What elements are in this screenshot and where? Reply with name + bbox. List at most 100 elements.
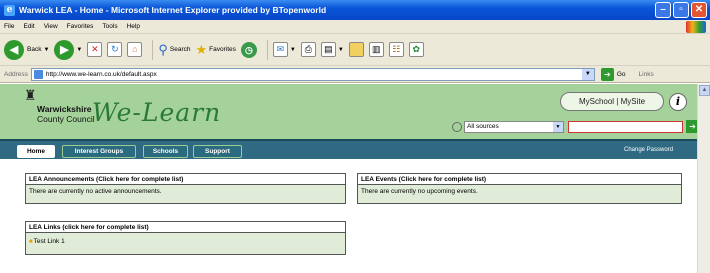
refresh-button[interactable]: ↻	[107, 42, 123, 57]
address-bar: Address http://www.we-learn.co.uk/defaul…	[0, 66, 710, 83]
myschool-link[interactable]: MySchool	[579, 97, 614, 106]
window-titlebar: e Warwick LEA - Home - Microsoft Interne…	[0, 0, 710, 20]
announcements-title[interactable]: LEA Announcements (Click here for comple…	[26, 174, 345, 185]
toolbar-separator	[152, 39, 154, 60]
council-crest-logo: ♜	[24, 88, 37, 104]
list-item[interactable]: ■Test Link 1	[29, 235, 345, 249]
address-url: http://www.we-learn.co.uk/default.aspx	[45, 70, 157, 78]
toolbar-separator	[266, 39, 268, 60]
search-icon: ⚲	[158, 41, 168, 57]
search-icon	[452, 121, 462, 132]
print-button[interactable]: ⎙	[300, 42, 316, 57]
edit-icon: ▤	[320, 42, 336, 57]
forward-arrow-icon: ▶	[54, 39, 75, 60]
menu-favorites[interactable]: Favorites	[67, 23, 94, 30]
links-title[interactable]: LEA Links (click here for complete list)	[26, 222, 345, 233]
stop-icon: ✕	[87, 42, 103, 57]
go-button[interactable]: ➔ Go	[600, 67, 626, 81]
mail-button[interactable]: ✉ ▼	[272, 42, 296, 57]
link-divider: |	[616, 97, 619, 106]
search-scope-value: All sources	[467, 122, 499, 130]
research-icon: ▥	[368, 42, 384, 57]
mysite-link[interactable]: MySite	[621, 97, 645, 106]
links-list: ■Test Link 1	[26, 233, 345, 254]
change-password-link[interactable]: Change Password	[624, 147, 673, 153]
folder-icon	[348, 42, 364, 57]
site-header: ♜ Warwickshire County Council We-Learn M…	[0, 84, 699, 139]
council-line2: County Council	[37, 114, 95, 124]
chevron-down-icon: ▼	[43, 46, 50, 53]
home-button[interactable]: ⌂	[127, 42, 143, 57]
forward-button[interactable]: ▶ ▼	[54, 39, 83, 60]
links-button[interactable]: Links	[639, 71, 654, 78]
history-button[interactable]: ◷	[240, 41, 257, 58]
myschool-mysite-switch: MySchool | MySite	[560, 92, 664, 111]
back-label: Back	[27, 46, 42, 53]
menu-tools[interactable]: Tools	[102, 23, 117, 30]
tab-schools[interactable]: Schools	[143, 145, 188, 158]
back-arrow-icon: ◀	[4, 39, 24, 60]
messenger-icon: ☷	[388, 42, 404, 57]
research-button[interactable]: ▥	[368, 42, 384, 57]
favorites-label: Favorites	[209, 46, 236, 53]
mail-icon: ✉	[272, 42, 288, 57]
address-label: Address	[4, 70, 28, 78]
announcements-body: There are currently no active announceme…	[26, 185, 345, 203]
star-icon: ★	[195, 41, 208, 57]
home-icon: ⌂	[127, 42, 143, 57]
maximize-button[interactable]: ▫	[673, 2, 689, 18]
window-title: Warwick LEA - Home - Microsoft Internet …	[19, 5, 327, 15]
announcements-panel: LEA Announcements (Click here for comple…	[25, 173, 346, 204]
chevron-down-icon: ▼	[289, 46, 296, 53]
chevron-down-icon: ▼	[553, 121, 563, 132]
tab-interest-groups[interactable]: Interest Groups	[62, 145, 136, 158]
windows-logo-icon	[686, 21, 706, 33]
close-button[interactable]: ✕	[691, 2, 707, 18]
page-content: ♜ Warwickshire County Council We-Learn M…	[0, 84, 699, 273]
tab-home[interactable]: Home	[17, 145, 55, 158]
address-input[interactable]: http://www.we-learn.co.uk/default.aspx ▼	[30, 67, 595, 81]
go-label: Go	[616, 70, 626, 78]
edit-button[interactable]: ▤ ▼	[320, 42, 344, 57]
site-nav: Home Interest Groups Schools Support Cha…	[0, 139, 697, 159]
vertical-scrollbar[interactable]: ▲	[697, 84, 710, 273]
council-name: Warwickshire County Council	[37, 104, 95, 124]
council-line1: Warwickshire	[37, 104, 92, 114]
site-search-input[interactable]	[568, 120, 683, 133]
search-button[interactable]: ⚲ Search	[158, 42, 190, 58]
menu-bar: File Edit View Favorites Tools Help	[0, 20, 710, 34]
chevron-down-icon[interactable]: ▼	[581, 68, 594, 80]
search-scope-select[interactable]: All sources ▼	[464, 120, 564, 133]
go-arrow-icon: ➔	[600, 67, 614, 81]
events-title[interactable]: LEA Events (Click here for complete list…	[358, 174, 681, 185]
browser-toolbar: ◀ Back ▼ ▶ ▼ ✕ ↻ ⌂ ⚲ Search ★ Favorites …	[0, 34, 710, 66]
menu-view[interactable]: View	[44, 23, 58, 30]
refresh-icon: ↻	[107, 42, 123, 57]
menu-file[interactable]: File	[4, 23, 14, 30]
chevron-down-icon: ▼	[76, 46, 83, 53]
info-icon[interactable]: i	[669, 93, 687, 111]
brand-logo: We-Learn	[92, 98, 222, 127]
messenger-button[interactable]: ☷	[388, 42, 404, 57]
back-button[interactable]: ◀ Back ▼	[4, 39, 50, 60]
menu-edit[interactable]: Edit	[23, 23, 34, 30]
events-panel: LEA Events (Click here for complete list…	[357, 173, 682, 204]
favorites-button[interactable]: ★ Favorites	[196, 42, 236, 58]
tab-support[interactable]: Support	[193, 145, 242, 158]
discuss-icon: ✿	[408, 42, 424, 57]
stop-button[interactable]: ✕	[87, 42, 103, 57]
chevron-down-icon: ▼	[337, 46, 344, 53]
search-label: Search	[169, 46, 191, 53]
ie-logo-icon: e	[4, 4, 15, 16]
menu-help[interactable]: Help	[127, 23, 140, 30]
scroll-up-icon[interactable]: ▲	[699, 85, 710, 96]
page-icon	[33, 69, 43, 79]
window-controls: – ▫ ✕	[655, 2, 707, 18]
discuss-button[interactable]: ✿	[408, 42, 424, 57]
folder-button[interactable]	[348, 42, 364, 57]
links-panel: LEA Links (click here for complete list)…	[25, 221, 346, 255]
bullet-icon: ■	[29, 239, 33, 245]
history-icon: ◷	[240, 41, 257, 58]
minimize-button[interactable]: –	[655, 2, 671, 18]
link-label: Test Link 1	[33, 238, 65, 245]
